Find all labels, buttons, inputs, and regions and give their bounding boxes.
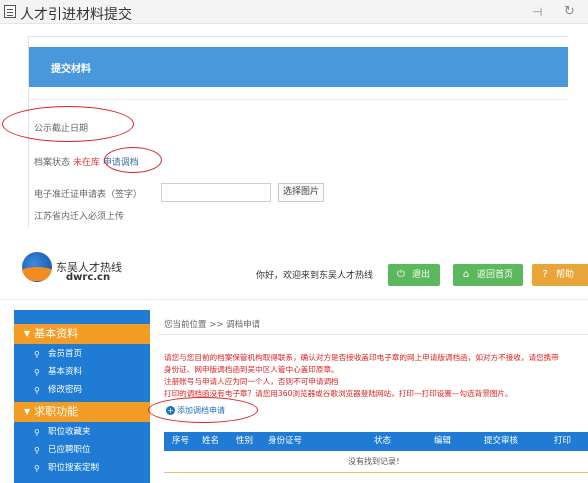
location-pin-icon: ⚲ (34, 350, 40, 359)
form-card: 提交材料 公示截止日期 档案状态 未在库 申请调档 电子准迁证申请表（签字） 选… (28, 36, 568, 228)
sidebar-item-change-password[interactable]: ⚲ 修改密码 (14, 382, 150, 399)
material-submit-panel: 人才引进材料提交 ⊣ ↻ 提交材料 公示截止日期 档案状态 未在库 申请调档 电… (0, 0, 588, 228)
upload-label: 电子准迁证申请表（签字） (34, 190, 143, 200)
archive-status-value: 未在库 (72, 158, 100, 168)
sidebar-item-applied[interactable]: ⚲ 已应聘职位 (14, 442, 150, 459)
sidebar-item-label: 职位收藏夹 (48, 427, 91, 437)
home-label: 返回首页 (477, 270, 514, 280)
logo-icon (22, 252, 52, 282)
column-header: 姓名 (202, 436, 220, 446)
column-header: 打印 (554, 436, 572, 446)
card-title: 提交材料 (51, 64, 91, 75)
site-header: 东吴人才热线 dwrc.cn 你好，欢迎来到东吴人才热线 ⏻ 退出 ⌂ 返回首页 ?… (0, 240, 588, 300)
file-path-input[interactable] (161, 183, 271, 202)
column-header: 状态 (374, 436, 392, 446)
empty-records-row: 没有找到记录！ (164, 451, 588, 473)
sidebar: ▼ 基本资料 ⚲ 会员首页 ⚲ 基本资料 ⚲ 修改密码 ▼ 求职功能 ⚲ 职位收藏夹 ⚲ 已应… (14, 310, 150, 483)
notice-line: 打印的调档函没有电子章？请您用360浏览器或谷歌浏览器登陆网站，打印—打印设置—… (164, 389, 513, 398)
power-icon: ⏻ (397, 268, 405, 280)
location-pin-icon: ⚲ (34, 386, 40, 395)
sidebar-item-label: 已应聘职位 (48, 445, 91, 455)
refresh-icon[interactable]: ↻ (564, 5, 576, 18)
column-header: 性别 (236, 436, 254, 446)
home-button[interactable]: ⌂ 返回首页 (453, 264, 523, 286)
card-header: 提交材料 (29, 47, 568, 87)
location-pin-icon: ⚲ (34, 446, 40, 455)
notice-line: 请您与您目前的档案保管机构取得联系，确认对方是否接收盖印电子章的网上申请版调档函… (164, 353, 559, 362)
records-table-header: 序号 姓名 性别 身份证号 状态 编辑 提交审核 打印 (164, 432, 588, 451)
help-label: 帮助 (556, 270, 575, 280)
column-header: 序号 (172, 436, 190, 446)
website-screenshot: 东吴人才热线 dwrc.cn 你好，欢迎来到东吴人才热线 ⏻ 退出 ⌂ 返回首页 ?… (0, 240, 588, 483)
sidebar-section-label: 求职功能 (34, 405, 79, 418)
location-pin-icon: ⚲ (34, 428, 40, 437)
notice-line: 注册账号与申请人应为同一个人，否则不可申请调档 (164, 377, 339, 386)
column-header: 编辑 (434, 436, 452, 446)
sidebar-item-label: 修改密码 (48, 385, 83, 395)
pin-icon[interactable]: ⊣ (532, 6, 544, 18)
column-header: 身份证号 (268, 436, 303, 446)
divider (29, 99, 568, 100)
sidebar-item-basic-info[interactable]: ⚲ 基本资料 (14, 364, 150, 381)
notice-line: 身份证、网申版调档函到吴中区人管中心盖印原章。 (164, 365, 339, 374)
sidebar-item-label: 基本资料 (48, 367, 83, 377)
add-link-label: 添加调档申请 (177, 406, 225, 415)
sidebar-item-member-home[interactable]: ⚲ 会员首页 (14, 346, 150, 363)
province-note: 江苏省内迁入必须上传 (34, 212, 125, 222)
logout-label: 退出 (412, 270, 431, 280)
sidebar-item-job-search[interactable]: ⚲ 职位搜索定制 (14, 460, 150, 477)
triangle-down-icon: ▼ (24, 329, 31, 338)
panel-header: 人才引进材料提交 ⊣ ↻ (0, 0, 588, 24)
choose-image-button[interactable]: 选择图片 (278, 183, 324, 202)
logo-domain: dwrc.cn (66, 272, 111, 283)
add-transfer-request-link[interactable]: + 添加调档申请 (166, 405, 225, 416)
column-header: 提交审核 (484, 436, 519, 446)
sidebar-item-label: 会员首页 (48, 349, 83, 359)
home-icon: ⌂ (462, 268, 470, 280)
sidebar-item-favorites[interactable]: ⚲ 职位收藏夹 (14, 424, 150, 441)
sidebar-section-basic[interactable]: ▼ 基本资料 (14, 324, 150, 344)
apply-transfer-link[interactable]: 申请调档 (103, 158, 139, 168)
location-pin-icon: ⚲ (34, 464, 40, 473)
welcome-text: 你好，欢迎来到东吴人才热线 (256, 271, 374, 281)
archive-status-row: 档案状态 未在库 申请调档 (34, 155, 139, 168)
help-icon: ? (542, 268, 548, 280)
document-icon (4, 5, 16, 18)
help-button[interactable]: ? 帮助 (532, 264, 588, 286)
location-pin-icon: ⚲ (34, 368, 40, 377)
archive-status-label: 档案状态 (34, 158, 71, 168)
publicity-deadline-label: 公示截止日期 (34, 124, 89, 134)
sidebar-section-label: 基本资料 (34, 327, 79, 340)
plus-icon: + (166, 406, 175, 415)
sidebar-item-label: 职位搜索定制 (48, 463, 100, 473)
sidebar-section-job[interactable]: ▼ 求职功能 (14, 402, 150, 422)
panel-title: 人才引进材料提交 (20, 7, 132, 23)
breadcrumb: 您当前位置 >> 调档申请 (164, 320, 261, 330)
divider (158, 334, 588, 335)
logout-button[interactable]: ⏻ 退出 (388, 264, 440, 286)
triangle-down-icon: ▼ (24, 407, 31, 416)
